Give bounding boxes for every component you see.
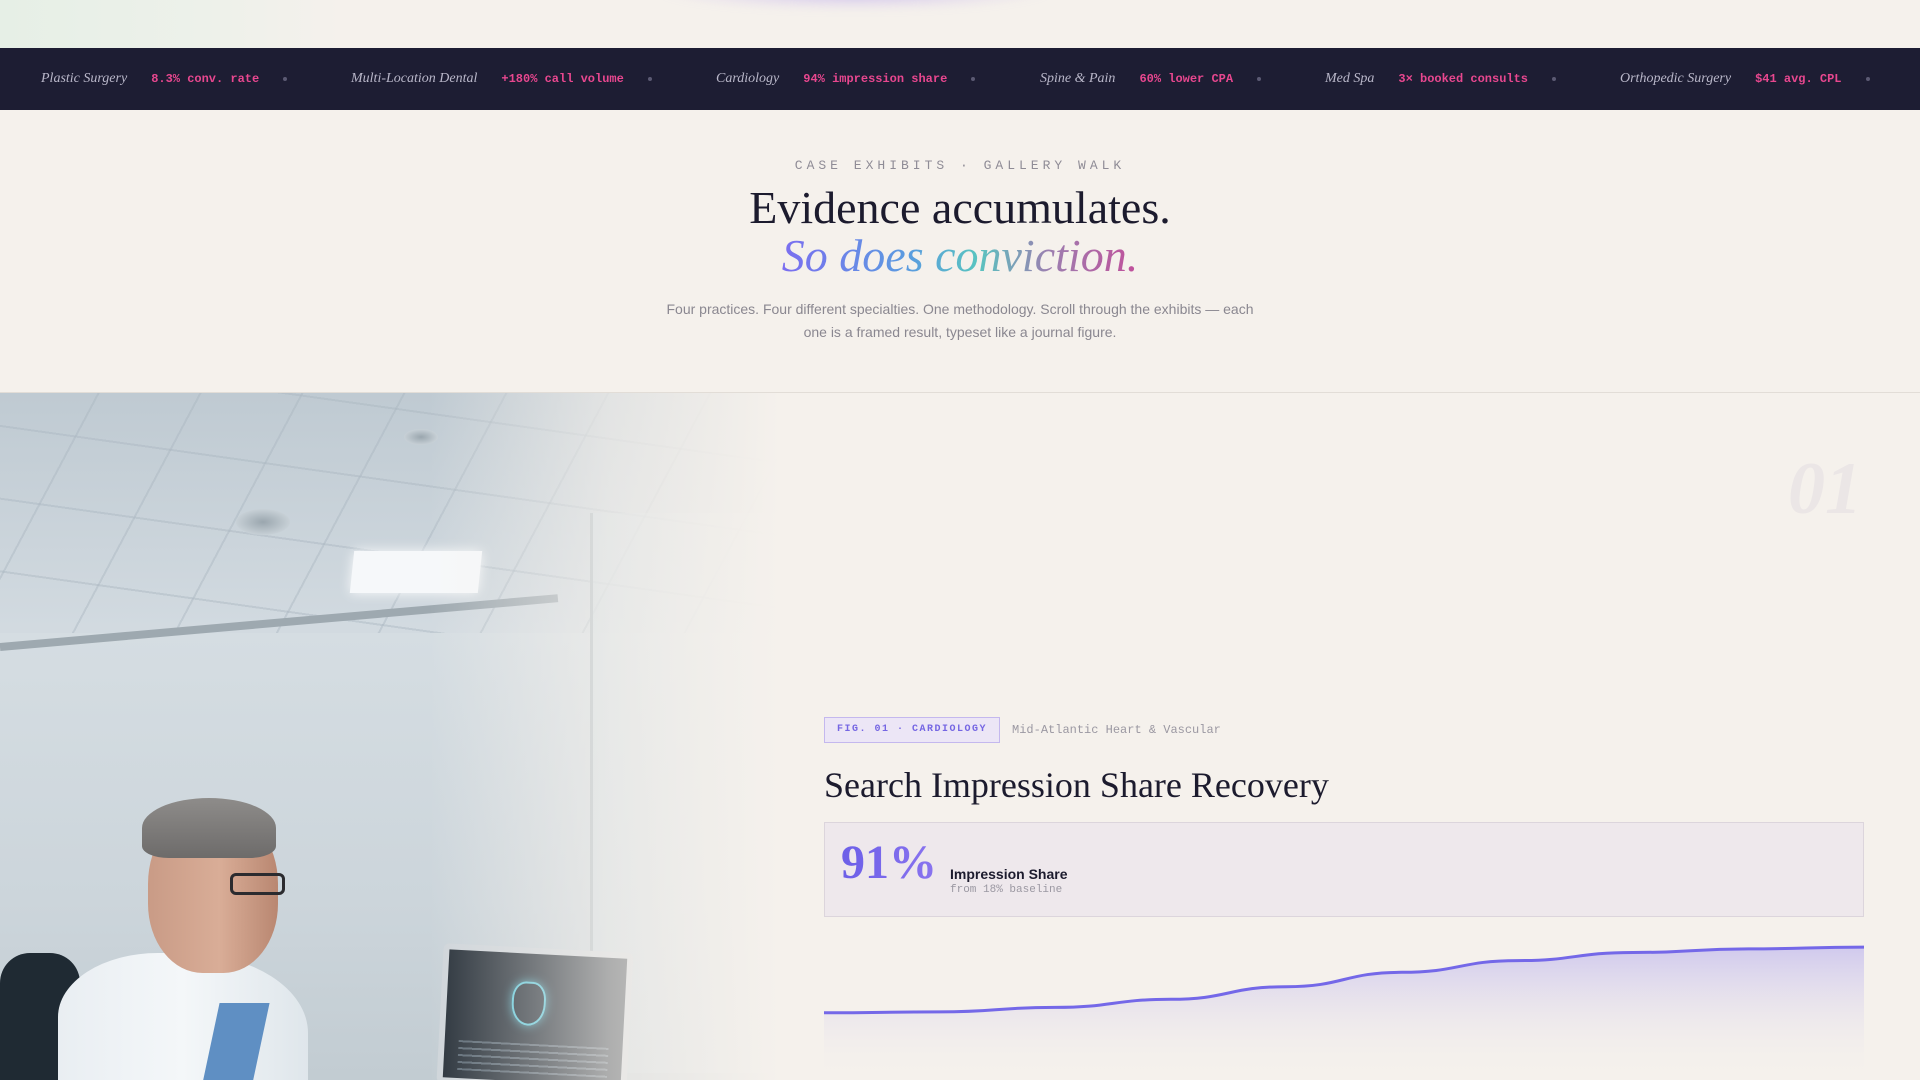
ticker-item: Med Spa 3× booked consults (1325, 48, 1557, 110)
metric-label: Impression Share (950, 866, 1068, 882)
metric-value: 91% (841, 836, 937, 889)
ticker-separator-dot (1257, 77, 1262, 81)
figure-caption-row: FIG. 01 · CARDIOLOGY Mid-Atlantic Heart … (824, 716, 1221, 743)
ticker-item: Spine & Pain 60% lower CPA (1040, 48, 1262, 110)
client-name: Mid-Atlantic Heart & Vascular (1012, 722, 1221, 737)
ticker-metric: 3× booked consults (1398, 72, 1529, 86)
section-lede: Four practices. Four different specialti… (666, 301, 1254, 340)
top-glow (660, 0, 1050, 10)
ticker-metric: +180% call volume (501, 72, 624, 86)
top-strip-tint (0, 0, 340, 48)
gallery-intro: CASE EXHIBITS · GALLERY WALK Evidence ac… (0, 110, 1920, 393)
ticker-item: Plastic Surgery 8.3% conv. rate (41, 48, 288, 110)
metric-baseline: from 18% baseline (950, 884, 1063, 896)
ticker-separator-dot (971, 77, 976, 81)
ticker-metric: 94% impression share (803, 72, 948, 86)
ticker-item: Orthopedic Surgery $41 avg. CPL (1620, 48, 1870, 110)
photo-fade (0, 393, 780, 1080)
ticker-separator-dot (1865, 77, 1870, 81)
chart-area (824, 947, 1864, 1080)
ticker-specialty: Spine & Pain (1040, 71, 1116, 86)
ticker-track: Plastic Surgery 8.3% conv. rate Multi-Lo… (0, 48, 1920, 110)
top-strip (0, 0, 1920, 48)
exhibit-photo (0, 393, 780, 1080)
ticker-specialty: Orthopedic Surgery (1620, 71, 1732, 86)
ticker-specialty: Cardiology (716, 71, 780, 86)
ticker-item: Multi-Location Dental +180% call volume (351, 48, 652, 110)
impression-share-chart (824, 945, 1864, 1080)
ticker-specialty: Med Spa (1325, 71, 1375, 86)
ticker-item: Cardiology 94% impression share (716, 48, 976, 110)
figure-tag: FIG. 01 · CARDIOLOGY (824, 716, 1001, 743)
ticker-specialty: Multi-Location Dental (351, 71, 478, 86)
headline-accent-text: So does conviction. (781, 230, 1139, 281)
case-exhibit: 01 FIG. 01 · CARDIOLOGY Mid-Atlantic Hea… (0, 393, 1920, 1080)
ticker-specialty: Plastic Surgery (41, 71, 128, 86)
section-eyebrow: CASE EXHIBITS · GALLERY WALK (794, 158, 1126, 173)
ticker-metric: $41 avg. CPL (1755, 72, 1842, 86)
ticker-metric: 60% lower CPA (1139, 72, 1234, 86)
section-headline-accent: So does conviction. (0, 232, 1920, 280)
section-headline: Evidence accumulates. (749, 182, 1171, 233)
ticker-metric: 8.3% conv. rate (151, 72, 260, 86)
ticker-separator-dot (647, 77, 652, 81)
exhibit-number: 01 (1788, 448, 1862, 530)
ticker-separator-dot (1552, 77, 1557, 81)
ticker-separator-dot (283, 77, 288, 81)
exhibit-title: Search Impression Share Recovery (824, 765, 1329, 805)
metric-card: 91% Impression Share from 18% baseline (824, 822, 1864, 917)
results-ticker: Plastic Surgery 8.3% conv. rate Multi-Lo… (0, 48, 1920, 110)
